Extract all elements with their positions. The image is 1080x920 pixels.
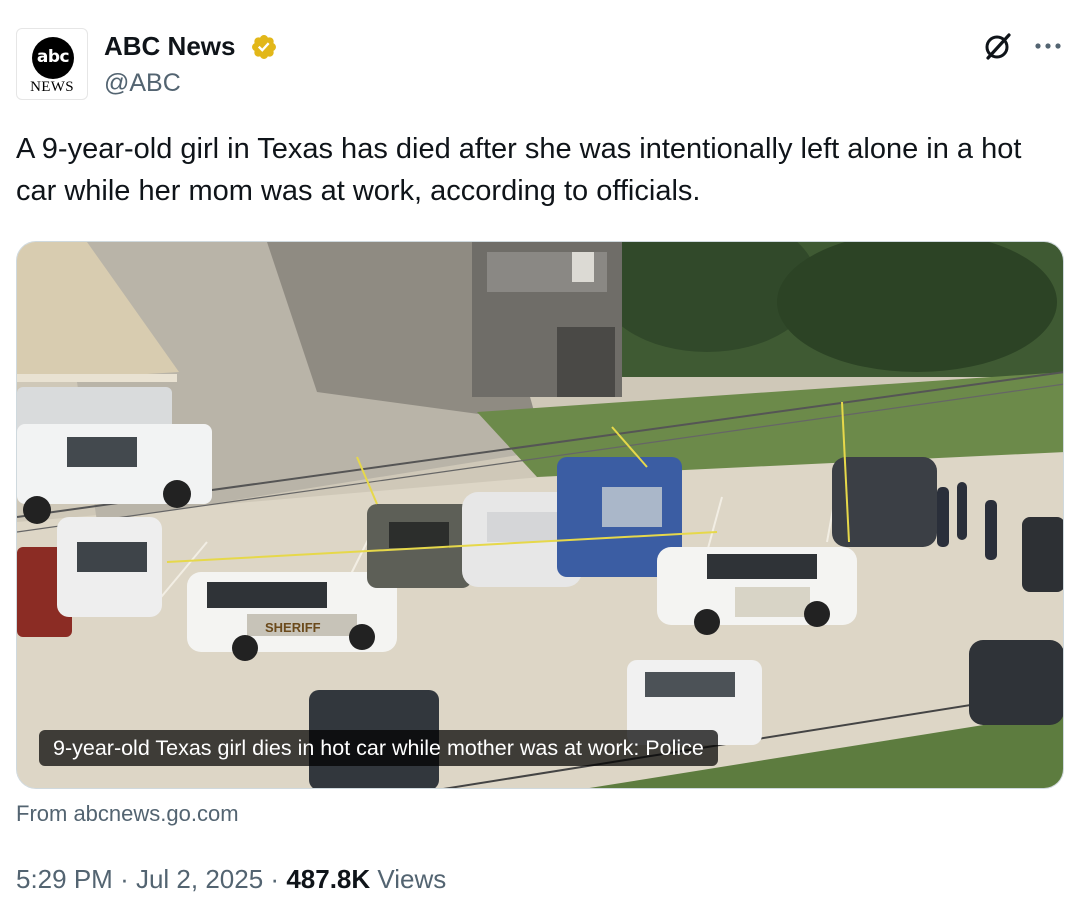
verified-badge-icon [252,35,276,59]
media-caption: 9-year-old Texas girl dies in hot car wh… [39,730,718,766]
meta-separator: · [120,864,129,894]
media-card[interactable]: SHERIFF 9-year-old Texas girl dies in ho… [16,241,1064,789]
tweet-time[interactable]: 5:29 PM [16,864,113,894]
meta-separator: · [270,864,280,894]
sheriff-text: SHERIFF [265,620,321,635]
abc-logo: abc [32,37,74,79]
avatar[interactable]: abc NEWS [16,28,88,100]
views-count: 487.8K [286,864,371,894]
more-options-icon[interactable] [1032,32,1064,60]
grok-icon[interactable] [982,30,1014,62]
aerial-photo: SHERIFF [17,242,1063,788]
tweet-meta: 5:29 PM · Jul 2, 2025 · 487.8K Views [16,862,446,896]
link-source[interactable]: From abcnews.go.com [16,800,239,828]
views-label: Views [377,864,447,894]
author-name[interactable]: ABC News [104,30,235,62]
abc-logo-news-text: NEWS [30,79,74,95]
tweet-date[interactable]: Jul 2, 2025 [136,864,263,894]
author-handle[interactable]: @ABC [104,68,181,98]
tweet-text: A 9-year-old girl in Texas has died afte… [16,133,1022,207]
